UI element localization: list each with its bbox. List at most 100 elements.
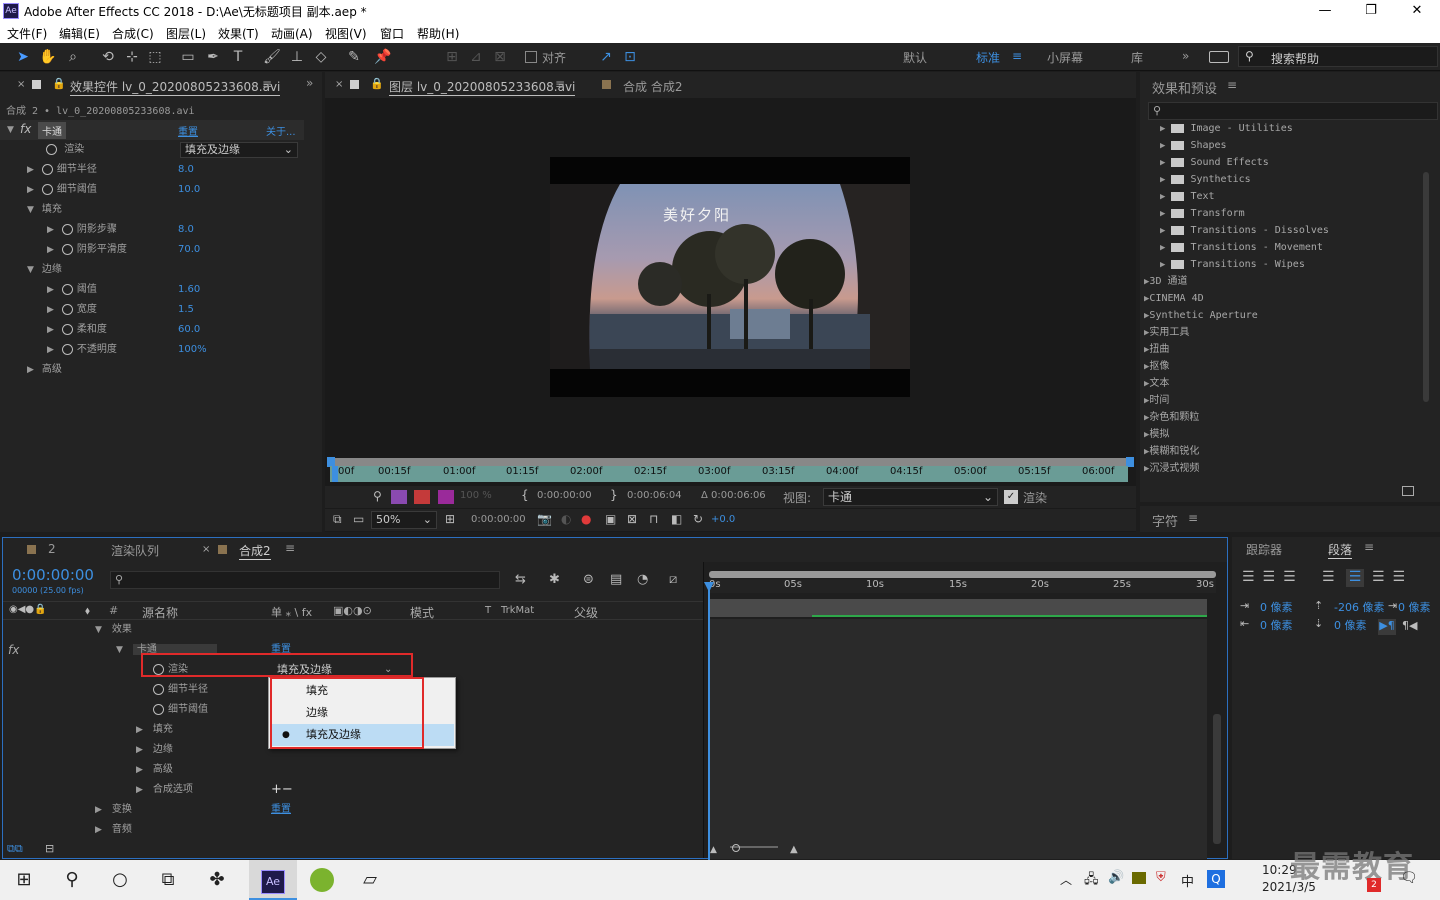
expand-icon[interactable]: ▶ xyxy=(47,240,54,260)
stopwatch-icon[interactable] xyxy=(61,323,73,335)
panel-menu-icon[interactable]: ≡ xyxy=(555,77,565,91)
panel-overflow-icon[interactable]: » xyxy=(306,76,313,90)
menu-help[interactable]: 帮助(H) xyxy=(417,25,459,42)
timeline-work-area-bar[interactable] xyxy=(709,571,1216,578)
param-value[interactable]: 1.60 xyxy=(178,280,200,300)
expand-icon[interactable]: ▶ xyxy=(95,800,102,820)
snap-grid-icon[interactable]: ⊡ xyxy=(620,47,640,67)
collapse-icon[interactable]: ▼ xyxy=(27,260,34,280)
workspace-libraries[interactable]: 库 xyxy=(1131,49,1143,66)
snapshot-icon[interactable]: ⧉ xyxy=(333,512,342,527)
reset-exposure-icon[interactable]: ↻ xyxy=(693,512,703,526)
menu-composition[interactable]: 合成(C) xyxy=(112,25,154,42)
channel-icon[interactable]: ● xyxy=(581,512,591,526)
indent-right-value[interactable]: 0 像素 xyxy=(1260,617,1293,633)
axis-world-icon[interactable]: ⊿ xyxy=(466,47,486,67)
layer-tab[interactable]: 图层 lv_0_20200805233608.avi xyxy=(389,78,576,96)
menu-file[interactable]: 文件(F) xyxy=(7,25,47,42)
stopwatch-icon[interactable] xyxy=(61,243,73,255)
green-ball-app-icon[interactable] xyxy=(298,860,346,900)
effect-folder[interactable]: ▶ Transitions - Dissolves xyxy=(1140,222,1329,239)
effect-reset-link[interactable]: 重置 xyxy=(178,123,198,138)
gpu-tray-icon[interactable] xyxy=(1132,872,1146,884)
rectangle-tool-icon[interactable]: ▭ xyxy=(178,47,198,67)
timeline-ruler[interactable]: 0s 05s 10s 15s 20s 25s 30s xyxy=(709,579,1216,593)
expand-icon[interactable]: ▶ xyxy=(47,220,54,240)
view-dropdown[interactable]: 卡通 ⌄ xyxy=(823,488,998,506)
viewer-work-area-bar[interactable] xyxy=(327,457,1134,467)
motion-path-icon[interactable] xyxy=(414,490,430,504)
ime-indicator[interactable]: 中 xyxy=(1181,871,1194,890)
windows-start-icon[interactable]: ⊞ xyxy=(0,860,48,900)
camera-icon[interactable]: 📷 xyxy=(537,512,552,526)
switches-header[interactable]: 单 ⁎ \ fx xyxy=(271,604,312,620)
effect-category[interactable]: ▶扭曲 xyxy=(1140,341,1169,358)
trkmat-header[interactable]: TrkMat xyxy=(501,605,534,616)
stopwatch-icon[interactable] xyxy=(46,143,57,155)
zoom-dropdown[interactable]: 50% ⌄ xyxy=(371,511,437,529)
show-snapshot-icon[interactable]: ◐ xyxy=(561,512,571,526)
param-value[interactable]: 8.0 xyxy=(178,220,194,240)
effect-folder[interactable]: ▶ Sound Effects xyxy=(1140,154,1269,171)
menu-effect[interactable]: 效果(T) xyxy=(218,25,259,42)
panel-menu-icon[interactable]: ≡ xyxy=(285,541,295,555)
search-icon[interactable]: ⚲ xyxy=(48,860,96,900)
param-value[interactable]: 100% xyxy=(178,340,207,360)
display-icon[interactable]: ▭ xyxy=(353,512,364,526)
puppet-pin-icon[interactable]: 📌 xyxy=(373,47,393,67)
effect-name[interactable]: 卡通 xyxy=(38,122,66,139)
tracker-tab[interactable]: 跟踪器 xyxy=(1246,541,1282,558)
help-search-field[interactable]: ⚲ 搜索帮助 xyxy=(1238,46,1438,67)
align-buttons[interactable]: ☰☰☰ xyxy=(1242,569,1304,585)
motion-blur-icon[interactable]: ◔ xyxy=(637,572,648,587)
justify-buttons[interactable]: ☰ xyxy=(1322,569,1343,585)
timeline-tab-render-queue[interactable]: 渲染队列 xyxy=(111,542,159,559)
exposure-value[interactable]: +0.0 xyxy=(711,514,735,525)
workspace-small-screen[interactable]: 小屏幕 xyxy=(1047,49,1083,66)
hand-tool-icon[interactable]: ✋ xyxy=(38,47,58,67)
pinwheel-app-icon[interactable]: ✤ xyxy=(193,860,241,900)
label-icon[interactable]: ⬧ xyxy=(85,604,90,618)
fx-icon[interactable]: fx xyxy=(8,640,19,660)
lock-icon[interactable]: 🔒 xyxy=(370,77,384,90)
frame-blending-icon[interactable]: ▤ xyxy=(610,572,622,587)
comp-tab[interactable]: 合成 合成2 xyxy=(623,78,682,95)
expand-icon[interactable]: ▶ xyxy=(47,320,54,340)
justify-more-buttons[interactable]: ☰☰ xyxy=(1372,569,1413,585)
axis-view-icon[interactable]: ⊠ xyxy=(490,47,510,67)
workspace-overflow-icon[interactable]: » xyxy=(1182,49,1189,63)
eraser-tool-icon[interactable]: ◇ xyxy=(311,47,331,67)
current-time-indicator[interactable] xyxy=(708,584,710,862)
effect-expand-icon[interactable]: ▼ xyxy=(7,125,14,135)
effect-category[interactable]: ▶杂色和颗粒 xyxy=(1140,409,1199,426)
expand-icon[interactable]: ▶ xyxy=(27,160,34,180)
set-in-icon[interactable]: { xyxy=(521,488,529,502)
panel-menu-icon[interactable]: ≡ xyxy=(262,77,272,91)
tray-chevron-icon[interactable]: ︿ xyxy=(1060,871,1072,888)
av-switches-icons[interactable]: ◉◀●🔒 xyxy=(9,604,47,615)
expand-icon[interactable]: ▶ xyxy=(27,180,34,200)
stopwatch-icon[interactable] xyxy=(61,343,73,355)
workspace-default[interactable]: 默认 xyxy=(903,49,927,66)
comp-mini-flowchart-icon[interactable]: ⇆ xyxy=(515,572,526,587)
expand-icon[interactable]: ▶ xyxy=(95,820,102,840)
param-value[interactable]: 8.0 xyxy=(178,160,194,180)
zoom-tool-icon[interactable]: ⌕ xyxy=(63,47,83,67)
menu-layer[interactable]: 图层(L) xyxy=(166,25,206,42)
comp-flowchart-icon[interactable]: ⧉⧉ xyxy=(7,842,23,856)
menu-window[interactable]: 窗口 xyxy=(380,25,404,42)
transform-reset-link[interactable]: 重置 xyxy=(271,800,291,820)
paragraph-tab[interactable]: 段落 xyxy=(1328,541,1353,559)
effect-folder[interactable]: ▶ Transform xyxy=(1140,205,1245,222)
timeline-search-field[interactable]: ⚲ xyxy=(110,571,500,589)
guides-icon[interactable]: ⊓ xyxy=(649,512,658,526)
stopwatch-icon[interactable] xyxy=(61,223,73,235)
snap-edge-icon[interactable]: ↗ xyxy=(596,47,616,67)
out-time[interactable]: 0:00:06:04 xyxy=(627,490,682,501)
effect-folder[interactable]: ▶ Synthetics xyxy=(1140,171,1251,188)
effect-category[interactable]: ▶抠像 xyxy=(1140,358,1169,375)
expand-icon[interactable]: ▶ xyxy=(47,340,54,360)
rect-select-icon[interactable]: ⬚ xyxy=(145,47,165,67)
fx-icon[interactable]: fx xyxy=(20,122,31,136)
close-tab-icon[interactable]: × xyxy=(335,79,343,90)
